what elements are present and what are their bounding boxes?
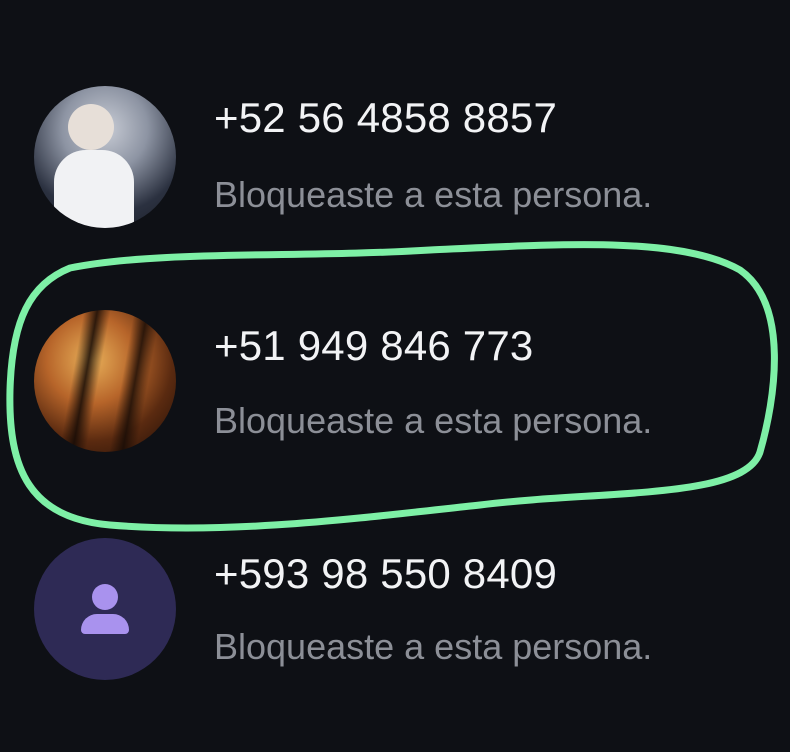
contact-row[interactable]: +52 56 4858 8857 Bloqueaste a esta perso… [0,60,790,228]
contact-row[interactable]: +593 98 550 8409 Bloqueaste a esta perso… [0,516,790,680]
contact-avatar-default [34,538,176,680]
blocked-contacts-list: +52 56 4858 8857 Bloqueaste a esta perso… [0,0,790,752]
contact-status: Bloqueaste a esta persona. [214,400,653,441]
contact-avatar-photo [34,310,176,452]
contact-phone-number: +593 98 550 8409 [214,550,558,597]
contact-status: Bloqueaste a esta persona. [214,626,653,667]
contact-phone-number: +51 949 846 773 [214,322,534,369]
photo-face-detail [68,104,114,150]
photo-body-detail [54,150,134,228]
person-icon-body [81,614,129,634]
contact-row[interactable]: +51 949 846 773 Bloqueaste a esta person… [0,268,790,452]
person-icon [92,584,118,610]
contact-status: Bloqueaste a esta persona. [214,174,653,215]
contact-phone-number: +52 56 4858 8857 [214,94,558,141]
contact-avatar-photo [34,86,176,228]
